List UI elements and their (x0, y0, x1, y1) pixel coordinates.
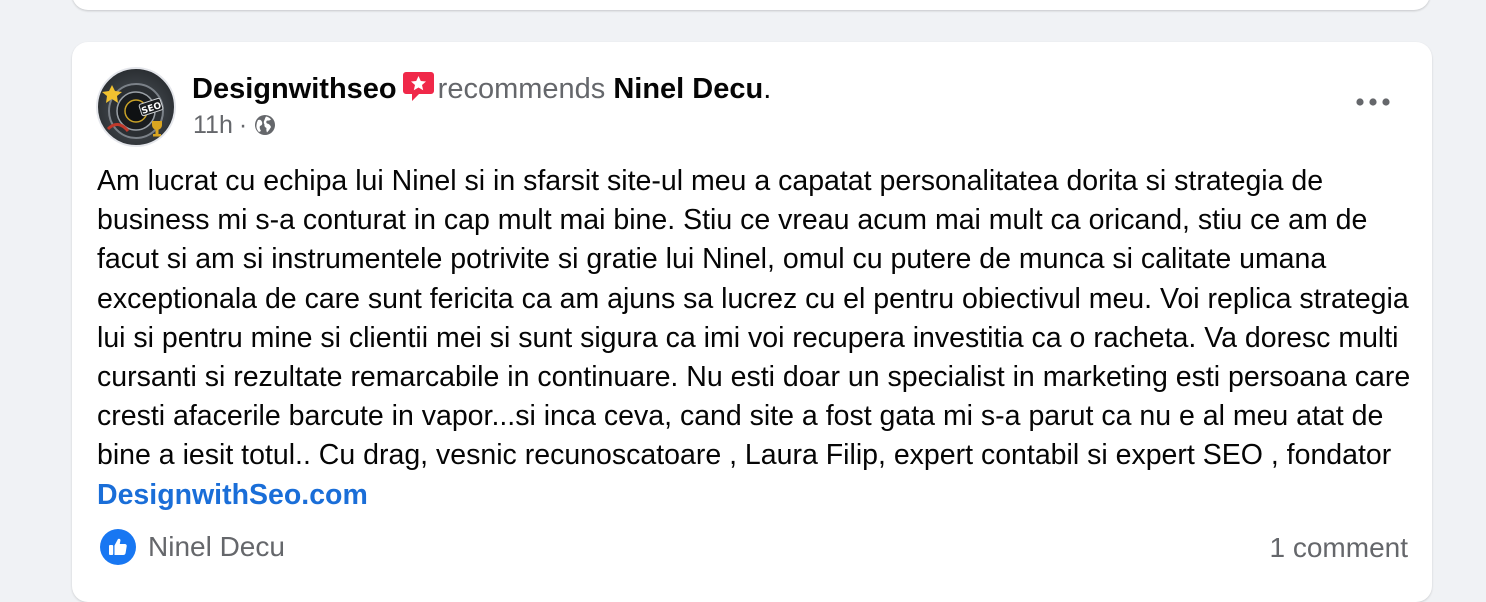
post-body-text: Am lucrat cu echipa lui Ninel si in sfar… (97, 165, 1411, 472)
previous-post-card (72, 0, 1430, 10)
reactions-summary[interactable]: Ninel Decu (100, 528, 285, 566)
post-body-link[interactable]: DesignwithSeo.com (97, 479, 368, 511)
recommends-text: recommends (437, 73, 606, 105)
reaction-names: Ninel Decu (148, 531, 285, 562)
like-icon (100, 529, 136, 565)
post-timestamp-link[interactable]: 11h (193, 111, 233, 139)
more-options-button[interactable] (1354, 86, 1392, 118)
comment-count-link[interactable]: 1 comment (1270, 532, 1409, 564)
post-meta: 11h · (193, 110, 277, 144)
globe-icon[interactable] (253, 113, 277, 144)
author-name-link[interactable]: Designwithseo (192, 73, 397, 105)
recommend-star-icon (402, 70, 435, 111)
author-avatar[interactable]: SEO (96, 67, 176, 147)
post-body: Am lucrat cu echipa lui Ninel si in sfar… (97, 162, 1417, 515)
recommended-page-link[interactable]: Ninel Decu (613, 73, 763, 105)
meta-separator: · (238, 111, 248, 139)
more-options-icon (1356, 98, 1390, 106)
header-period: . (763, 73, 772, 105)
avatar-logo-image: SEO (102, 83, 164, 139)
post-header: Designwithseo recommends Ninel Decu. (192, 70, 771, 111)
post-card: SEO Designwithseo recommends Ninel Decu.… (72, 42, 1432, 602)
